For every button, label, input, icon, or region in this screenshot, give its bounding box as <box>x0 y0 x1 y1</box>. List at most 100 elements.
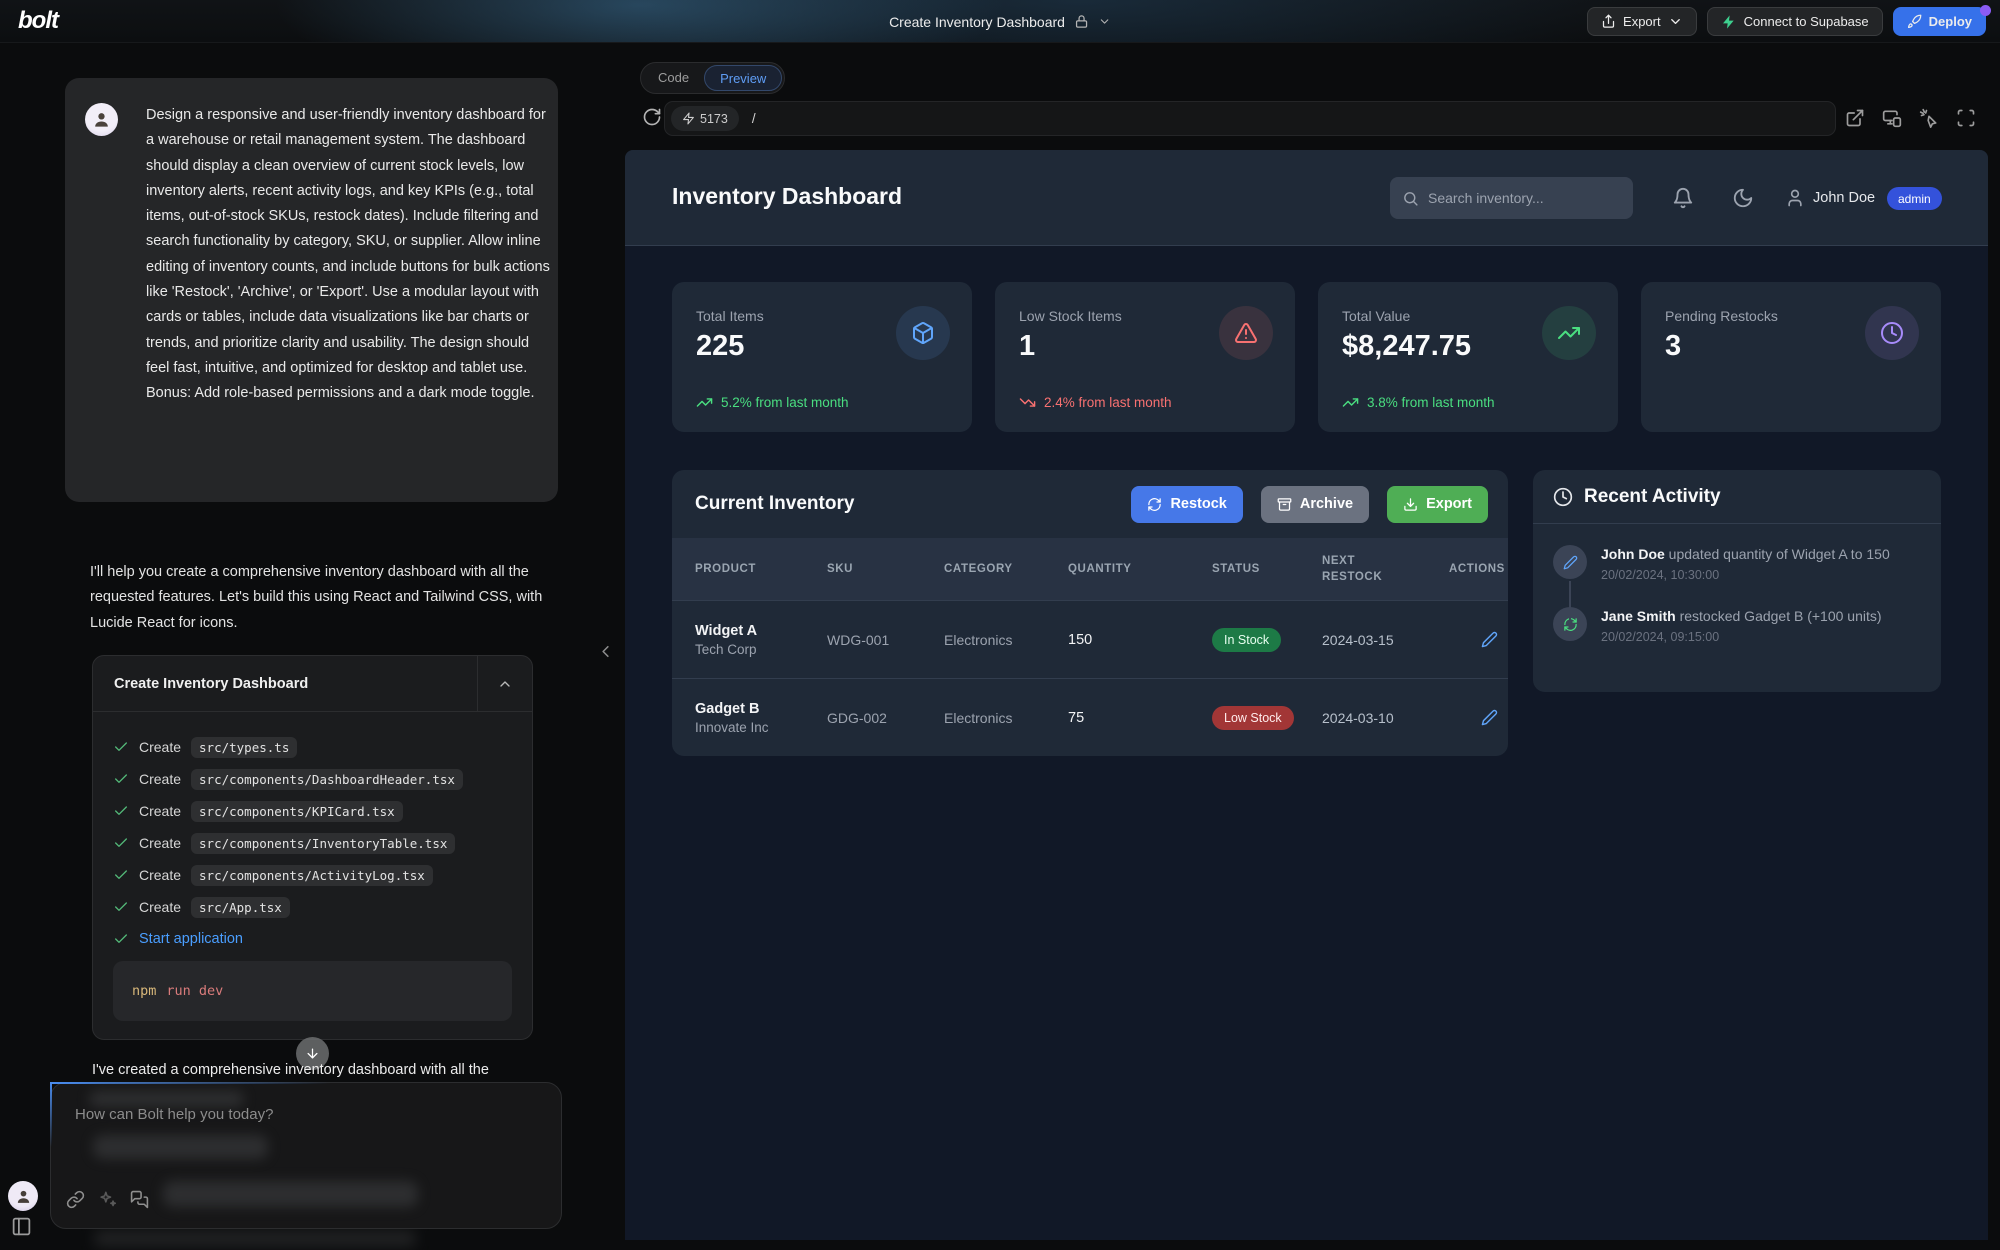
step-verb: Create <box>139 899 181 915</box>
port-badge[interactable]: 5173 <box>671 106 739 131</box>
artifact-collapse-button[interactable] <box>477 656 532 712</box>
trending-down-icon <box>1019 394 1036 411</box>
kpi-card-total-items: Total Items 225 5.2% from last month <box>672 282 972 432</box>
kpi-trend-text: 3.8% from last month <box>1367 395 1495 410</box>
restock-date: 2024-03-15 <box>1322 632 1449 648</box>
file-path: src/components/InventoryTable.tsx <box>191 833 455 854</box>
sku-value: WDG-001 <box>827 632 944 648</box>
supplier-name: Tech Corp <box>695 642 827 657</box>
start-application-step[interactable]: Start application <box>113 923 512 955</box>
user-name: John Doe <box>1813 190 1875 206</box>
account-avatar[interactable] <box>8 1181 38 1211</box>
product-name: Widget A <box>695 623 827 639</box>
panel-left-icon <box>11 1216 32 1237</box>
artifact-step[interactable]: Create src/components/InventoryTable.tsx <box>113 827 512 859</box>
dark-mode-toggle[interactable] <box>1732 187 1754 209</box>
notification-dot <box>1980 5 1991 16</box>
assistant-intro-text: I'll help you create a comprehensive inv… <box>90 560 548 636</box>
restock-button[interactable]: Restock <box>1131 486 1242 523</box>
download-icon <box>1403 497 1418 512</box>
kpi-label: Total Items <box>696 308 764 324</box>
search-placeholder: Search inventory... <box>1428 190 1544 206</box>
command-binary: npm <box>132 983 156 999</box>
deploy-button[interactable]: Deploy <box>1893 7 1986 36</box>
notifications-button[interactable] <box>1672 187 1694 209</box>
column-actions: Actions <box>1449 563 1508 575</box>
rocket-icon <box>1907 14 1922 29</box>
connect-supabase-button[interactable]: Connect to Supabase <box>1707 7 1883 36</box>
bolt-logo[interactable]: bolt <box>18 7 58 35</box>
category-value: Electronics <box>944 632 1068 648</box>
clock-icon <box>1880 321 1904 345</box>
artifact-title: Create Inventory Dashboard <box>93 676 308 692</box>
link-icon[interactable] <box>66 1190 85 1209</box>
current-inventory-card: Current Inventory Restock Archive Export… <box>672 470 1508 756</box>
file-path: src/components/DashboardHeader.tsx <box>191 769 463 790</box>
artifact-step[interactable]: Create src/components/ActivityLog.tsx <box>113 859 512 891</box>
kpi-label: Total Value <box>1342 308 1410 324</box>
assistant-outro-text: I've created a comprehensive inventory d… <box>92 1062 562 1078</box>
inventory-title: Current Inventory <box>695 493 854 515</box>
chat-input[interactable]: How can Bolt help you today? <box>50 1082 562 1229</box>
chat-mode-icon[interactable] <box>130 1190 149 1209</box>
lock-icon <box>1074 14 1089 29</box>
url-bar[interactable]: 5173 / <box>664 101 1836 136</box>
quantity-value[interactable]: 150 <box>1068 632 1212 648</box>
check-icon <box>113 835 129 851</box>
file-path: src/components/KPICard.tsx <box>191 801 403 822</box>
check-icon <box>113 739 129 755</box>
sidebar-toggle-button[interactable] <box>11 1216 32 1237</box>
supabase-label: Connect to Supabase <box>1744 14 1869 29</box>
refresh-icon <box>1147 497 1162 512</box>
export-button[interactable]: Export <box>1587 7 1697 36</box>
archive-icon <box>1277 497 1292 512</box>
supabase-icon <box>1721 14 1737 30</box>
quantity-value[interactable]: 75 <box>1068 710 1212 726</box>
kpi-label: Pending Restocks <box>1665 308 1778 324</box>
artifact-step[interactable]: Create src/components/KPICard.tsx <box>113 795 512 827</box>
artifact-step[interactable]: Create src/App.tsx <box>113 891 512 923</box>
project-title-menu[interactable]: Create Inventory Dashboard <box>889 0 1111 43</box>
fullscreen-icon[interactable] <box>1956 108 1976 128</box>
reload-button[interactable] <box>642 107 662 127</box>
package-icon <box>911 321 935 345</box>
search-inventory-input[interactable]: Search inventory... <box>1390 177 1633 219</box>
restock-label: Restock <box>1170 496 1226 512</box>
status-badge: Low Stock <box>1212 706 1294 730</box>
deploy-label: Deploy <box>1929 14 1972 29</box>
kpi-value: $8,247.75 <box>1342 330 1471 363</box>
dashboard-header: Inventory Dashboard Search inventory... … <box>625 150 1988 246</box>
activity-time: 20/02/2024, 09:15:00 <box>1601 630 1882 644</box>
pencil-icon <box>1563 555 1578 570</box>
responsive-devices-icon[interactable] <box>1882 108 1902 128</box>
sparkles-icon[interactable] <box>98 1190 117 1209</box>
column-quantity: Quantity <box>1068 563 1212 575</box>
kpi-value: 225 <box>696 330 744 363</box>
blurred-content <box>163 1181 418 1207</box>
artifact-step[interactable]: Create src/types.ts <box>113 731 512 763</box>
open-external-icon[interactable] <box>1845 108 1865 128</box>
tab-preview[interactable]: Preview <box>704 65 782 91</box>
inspector-pointer-icon[interactable] <box>1919 108 1939 128</box>
tab-code[interactable]: Code <box>643 65 704 91</box>
export-csv-button[interactable]: Export <box>1387 486 1488 523</box>
category-value: Electronics <box>944 710 1068 726</box>
column-status: Status <box>1212 563 1322 575</box>
user-menu[interactable] <box>1785 188 1805 208</box>
collapse-chat-button[interactable] <box>596 642 615 661</box>
upload-icon <box>1601 14 1616 29</box>
archive-button[interactable]: Archive <box>1261 486 1369 523</box>
kpi-value: 1 <box>1019 330 1035 363</box>
artifact-card: Create Inventory Dashboard Create src/ty… <box>92 655 533 1040</box>
artifact-step[interactable]: Create src/components/DashboardHeader.ts… <box>113 763 512 795</box>
start-application-link[interactable]: Start application <box>139 931 243 947</box>
kpi-value: 3 <box>1665 330 1681 363</box>
kpi-card-low-stock: Low Stock Items 1 2.4% from last month <box>995 282 1295 432</box>
edit-row-button[interactable] <box>1481 709 1508 726</box>
trending-up-icon <box>696 394 713 411</box>
file-path: src/components/ActivityLog.tsx <box>191 865 433 886</box>
user-icon <box>1785 188 1805 208</box>
edit-row-button[interactable] <box>1481 631 1508 648</box>
supplier-name: Innovate Inc <box>695 720 827 735</box>
kpi-trend-text: 2.4% from last month <box>1044 395 1172 410</box>
